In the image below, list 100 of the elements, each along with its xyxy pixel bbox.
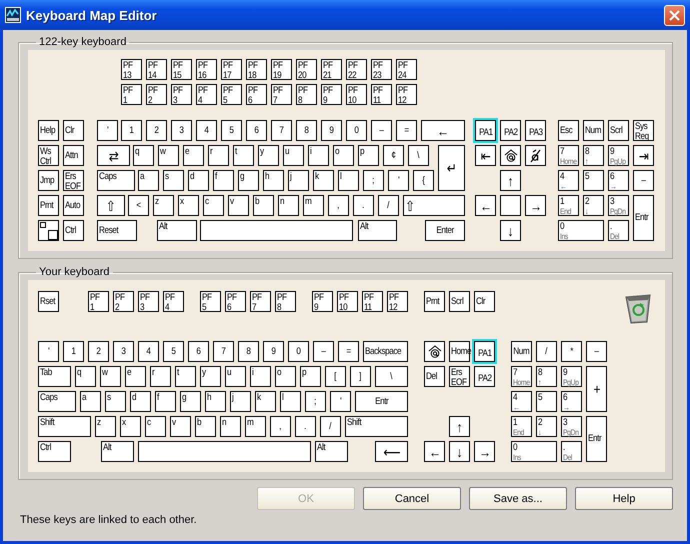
keyboard-key[interactable]: – [586, 341, 607, 362]
keyboard-key[interactable]: ↓ [500, 220, 521, 241]
keyboard-key[interactable]: Sys Req [633, 120, 654, 141]
keyboard-key[interactable]: 0 [346, 120, 367, 141]
keyboard-key[interactable]: Clr [63, 120, 84, 141]
keyboard-key[interactable]: PF 7 [250, 291, 271, 312]
close-button[interactable] [664, 4, 685, 26]
keyboard-key[interactable]: PF 20 [296, 59, 317, 80]
keyboard-key[interactable]: PF 11 [362, 291, 383, 312]
keyboard-key[interactable]: ↓ [449, 441, 470, 462]
keyboard-key[interactable]: 3 [171, 120, 192, 141]
keyboard-key[interactable]: 2 [88, 341, 109, 362]
keyboard-key[interactable]: m [245, 416, 266, 437]
keyboard-key[interactable]: PF 8 [275, 291, 296, 312]
keyboard-key[interactable]: b [195, 416, 216, 437]
keyboard-key[interactable]: ' [97, 120, 118, 141]
keyboard-key[interactable]: Enter [425, 220, 465, 241]
keyboard-key[interactable]: PF 4 [196, 84, 217, 105]
keyboard-key[interactable]: + [586, 366, 607, 412]
keyboard-key[interactable]: 9 PgUp [561, 366, 582, 387]
keyboard-key[interactable]: 0 Ins [511, 441, 557, 462]
keyboard-key[interactable]: PF 12 [396, 84, 417, 105]
keyboard-key[interactable]: q [133, 145, 154, 166]
keyboard-key[interactable]: , [328, 195, 349, 216]
keyboard-key[interactable]: ↵ [438, 145, 465, 191]
keyboard-key[interactable]: PF 1 [121, 84, 142, 105]
keyboard-key[interactable]: PF 12 [387, 291, 408, 312]
keyboard-key[interactable]: ⟵ [375, 441, 408, 462]
keyboard-key[interactable]: ⇄ [97, 145, 130, 166]
keyboard-key[interactable]: PF 4 [163, 291, 184, 312]
keyboard-key[interactable]: p [300, 366, 321, 387]
keyboard-key[interactable]: 4 [196, 120, 217, 141]
keyboard-key[interactable]: g [180, 391, 201, 412]
keyboard-key[interactable]: Prnt [424, 291, 445, 312]
keyboard-key[interactable]: 2 ↓ [583, 195, 604, 216]
keyboard-key[interactable]: Reset [97, 220, 137, 241]
keyboard-key[interactable] [138, 441, 311, 462]
keyboard-key[interactable]: 8 [238, 341, 259, 362]
keyboard-key[interactable]: i [308, 145, 329, 166]
keyboard-key[interactable]: Auto [63, 195, 84, 216]
keyboard-key[interactable]: PA1 [475, 120, 496, 141]
keyboard-key[interactable]: v [170, 416, 191, 437]
keyboard-key[interactable]: a [80, 391, 101, 412]
keyboard-key[interactable]: Alt [101, 441, 134, 462]
keyboard-key[interactable]: 1 End [558, 195, 579, 216]
keyboard-key[interactable]: 0 [288, 341, 309, 362]
keyboard-key[interactable]: Attn [63, 145, 84, 166]
keyboard-key[interactable]: ] [350, 366, 371, 387]
keyboard-key[interactable]: PF 21 [321, 59, 342, 80]
keyboard-key[interactable]: PF 8 [296, 84, 317, 105]
keyboard-key[interactable]: { [413, 170, 434, 191]
keyboard-key[interactable]: z [153, 195, 174, 216]
keyboard-key[interactable]: d [188, 170, 209, 191]
keyboard-key[interactable]: PF 10 [346, 84, 367, 105]
keyboard-key[interactable]: c [203, 195, 224, 216]
keyboard-key[interactable]: 2 [146, 120, 167, 141]
keyboard-key[interactable]: – [371, 120, 392, 141]
keyboard-key[interactable]: ↑ [449, 416, 470, 437]
keyboard-key[interactable]: r [208, 145, 229, 166]
keyboard-key[interactable]: PF 9 [312, 291, 333, 312]
keyboard-key[interactable]: Entr [355, 391, 408, 412]
keyboard-key[interactable]: 9 [263, 341, 284, 362]
keyboard-key[interactable]: < [128, 195, 149, 216]
keyboard-key[interactable]: PF 24 [396, 59, 417, 80]
keyboard-key[interactable]: ← [424, 441, 445, 462]
keyboard-key[interactable]: 6 [246, 120, 267, 141]
keyboard-key[interactable]: k [313, 170, 334, 191]
keyboard-key[interactable]: l [338, 170, 359, 191]
keyboard-key[interactable]: ; [363, 170, 384, 191]
keyboard-key[interactable]: 1 End [511, 416, 532, 437]
recycle-bin-icon[interactable] [623, 292, 653, 324]
keyboard-key[interactable] [38, 220, 59, 241]
keyboard-key[interactable]: \ [375, 366, 408, 387]
keyboard-key[interactable]: 6 [188, 341, 209, 362]
keyboard-key[interactable]: 7 Home [558, 145, 579, 166]
keyboard-key[interactable]: PF 13 [121, 59, 142, 80]
keyboard-key[interactable]: Alt [315, 441, 348, 462]
keyboard-key[interactable]: Scrl [608, 120, 629, 141]
keyboard-key[interactable]: j [288, 170, 309, 191]
keyboard-key[interactable]: ← [475, 195, 496, 216]
dialog-button[interactable]: Help [575, 487, 673, 510]
keyboard-key[interactable]: m [303, 195, 324, 216]
keyboard-key[interactable]: . Del [608, 220, 629, 241]
keyboard-key[interactable] [525, 145, 546, 166]
dialog-button[interactable]: Save as... [469, 487, 567, 510]
keyboard-key[interactable]: Entr [586, 416, 607, 462]
keyboard-key[interactable]: 5 [163, 341, 184, 362]
keyboard-key[interactable]: PF 14 [146, 59, 167, 80]
keyboard-key[interactable]: PF 17 [221, 59, 242, 80]
keyboard-key[interactable]: PF 7 [271, 84, 292, 105]
keyboard-key[interactable]: t [175, 366, 196, 387]
keyboard-key[interactable]: e [183, 145, 204, 166]
keyboard-key[interactable]: 6 → [608, 170, 629, 191]
keyboard-key[interactable]: Alt [157, 220, 197, 241]
keyboard-key[interactable]: Prnt [38, 195, 59, 216]
keyboard-key[interactable]: [ [325, 366, 346, 387]
keyboard-key[interactable]: Backspace [363, 341, 408, 362]
keyboard-key[interactable]: PF 15 [171, 59, 192, 80]
keyboard-key[interactable]: 4 ← [511, 391, 532, 412]
keyboard-key[interactable]: 6 → [561, 391, 582, 412]
